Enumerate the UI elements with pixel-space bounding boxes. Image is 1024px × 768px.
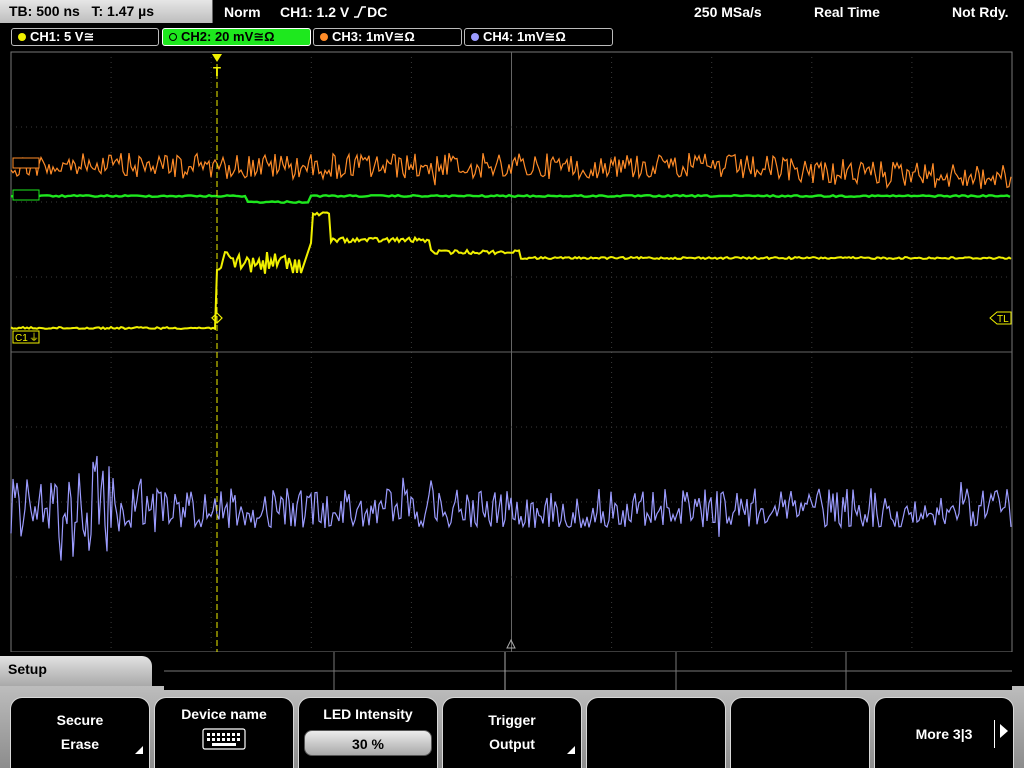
trigger-coupling: DC	[367, 4, 388, 20]
more-separator	[994, 720, 995, 748]
trigger-mode[interactable]: Norm	[224, 0, 261, 24]
trigger-output-line1: Trigger	[488, 712, 536, 728]
led-intensity-label: LED Intensity	[323, 706, 413, 722]
ch3-ground-marker[interactable]	[12, 157, 40, 169]
graticule	[10, 51, 1013, 653]
ch1-coupling: ≅	[83, 29, 95, 44]
submenu-corner-icon	[135, 746, 143, 754]
channel-tab-ch4[interactable]: CH4: 1mV≅Ω	[464, 28, 613, 46]
timebase-value: TB: 500 ns	[9, 3, 80, 19]
channel-tab-ch3[interactable]: CH3: 1mV≅Ω	[313, 28, 462, 46]
ch2-label: CH2: 20 mV	[181, 29, 254, 44]
ch1-label: CH1: 5 V	[30, 29, 84, 44]
trigger-output-button[interactable]: Trigger Output	[442, 697, 582, 768]
ch1-ground-marker[interactable]: C1 ⏚	[12, 330, 40, 344]
trigger-position-label: T	[213, 64, 221, 79]
sample-rate: 250 MSa/s	[694, 4, 762, 20]
trigger-state: Not Rdy.	[952, 4, 1009, 20]
ch1-color-icon	[18, 33, 26, 41]
led-intensity-value: 30 %	[304, 730, 432, 756]
next-page-arrow-icon	[1000, 724, 1008, 738]
rising-edge-icon	[354, 6, 367, 18]
channel-tab-ch2[interactable]: CH2: 20 mV≅Ω	[162, 28, 311, 46]
trigger-time-value: T: 1.47 µs	[91, 3, 155, 19]
ch3-coupling: ≅Ω	[393, 29, 415, 44]
ch2-trace	[10, 193, 1011, 204]
softkey-5-empty[interactable]	[586, 697, 726, 768]
secure-erase-line1: Secure	[56, 712, 104, 728]
device-name-label: Device name	[181, 706, 267, 722]
ch2-coupling: ≅Ω	[253, 29, 275, 44]
submenu-corner-icon	[567, 746, 575, 754]
secure-erase-line2: Erase	[60, 736, 100, 752]
keyboard-icon	[202, 728, 246, 750]
trigger-info[interactable]: CH1: 1.2 V DC	[280, 0, 387, 24]
ch4-color-icon	[471, 33, 479, 41]
menu-title-label: Setup	[8, 661, 47, 677]
led-intensity-button[interactable]: LED Intensity 30 %	[298, 697, 438, 768]
trigger-output-line2: Output	[489, 736, 535, 752]
trigger-level-label: TL	[997, 314, 1009, 325]
ch2-color-icon	[169, 33, 177, 41]
ch1-ground-label: C1	[15, 333, 28, 344]
acquisition-mode: Real Time	[814, 4, 880, 20]
status-bar: TB: 500 ns T: 1.47 µs Norm CH1: 1.2 V DC…	[0, 0, 1024, 24]
waveform-area: T C1 ⏚ TL	[10, 51, 1013, 653]
device-name-button[interactable]: Device name	[154, 697, 294, 768]
trigger-source-level: CH1: 1.2 V	[280, 4, 350, 20]
ch2-ground-marker[interactable]	[12, 189, 40, 201]
ch4-label: CH4: 1mV	[483, 29, 545, 44]
secure-erase-button[interactable]: Secure Erase	[10, 697, 150, 768]
more-label: More 3|3	[915, 726, 973, 742]
timebase-readout[interactable]: TB: 500 ns T: 1.47 µs	[0, 0, 213, 23]
softkey-6-empty[interactable]	[730, 697, 870, 768]
menu-title: Setup	[0, 656, 152, 686]
ch3-color-icon	[320, 33, 328, 41]
channel-tab-ch1[interactable]: CH1: 5 V≅	[11, 28, 159, 46]
ch3-label: CH3: 1mV	[332, 29, 394, 44]
waveform-display[interactable]: T C1 ⏚ TL	[0, 48, 1024, 653]
trigger-level-marker[interactable]: TL	[989, 311, 1012, 325]
ground-symbol-icon: ⏚	[29, 332, 39, 344]
ch4-coupling: ≅Ω	[544, 29, 566, 44]
trigger-position-marker[interactable]: T	[212, 54, 222, 79]
more-button[interactable]: More 3|3	[874, 697, 1014, 768]
